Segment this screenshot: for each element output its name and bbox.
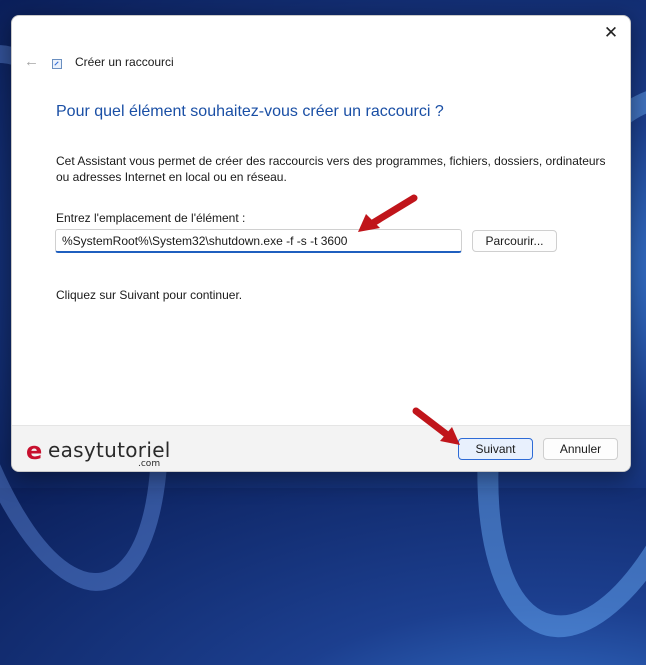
location-label: Entrez l'emplacement de l'élément : [56, 211, 246, 225]
wizard-description: Cet Assistant vous permet de créer des r… [56, 154, 606, 184]
browse-button[interactable]: Parcourir... [472, 230, 557, 252]
cancel-button[interactable]: Annuler [543, 438, 618, 460]
next-button[interactable]: Suivant [458, 438, 533, 460]
logo-mark: e [26, 437, 43, 465]
page-heading: Pour quel élément souhaitez-vous créer u… [56, 103, 444, 120]
wizard-title: Créer un raccourci [75, 55, 174, 69]
location-input[interactable] [55, 229, 462, 253]
logo-suffix: .com [138, 459, 161, 469]
create-shortcut-dialog: ✕ ← Créer un raccourci Pour quel élément… [11, 15, 631, 472]
close-icon[interactable]: ✕ [600, 22, 622, 44]
shortcut-wizard-icon [52, 59, 62, 69]
continue-hint: Cliquez sur Suivant pour continuer. [56, 288, 243, 302]
back-arrow-icon[interactable]: ← [24, 53, 39, 70]
